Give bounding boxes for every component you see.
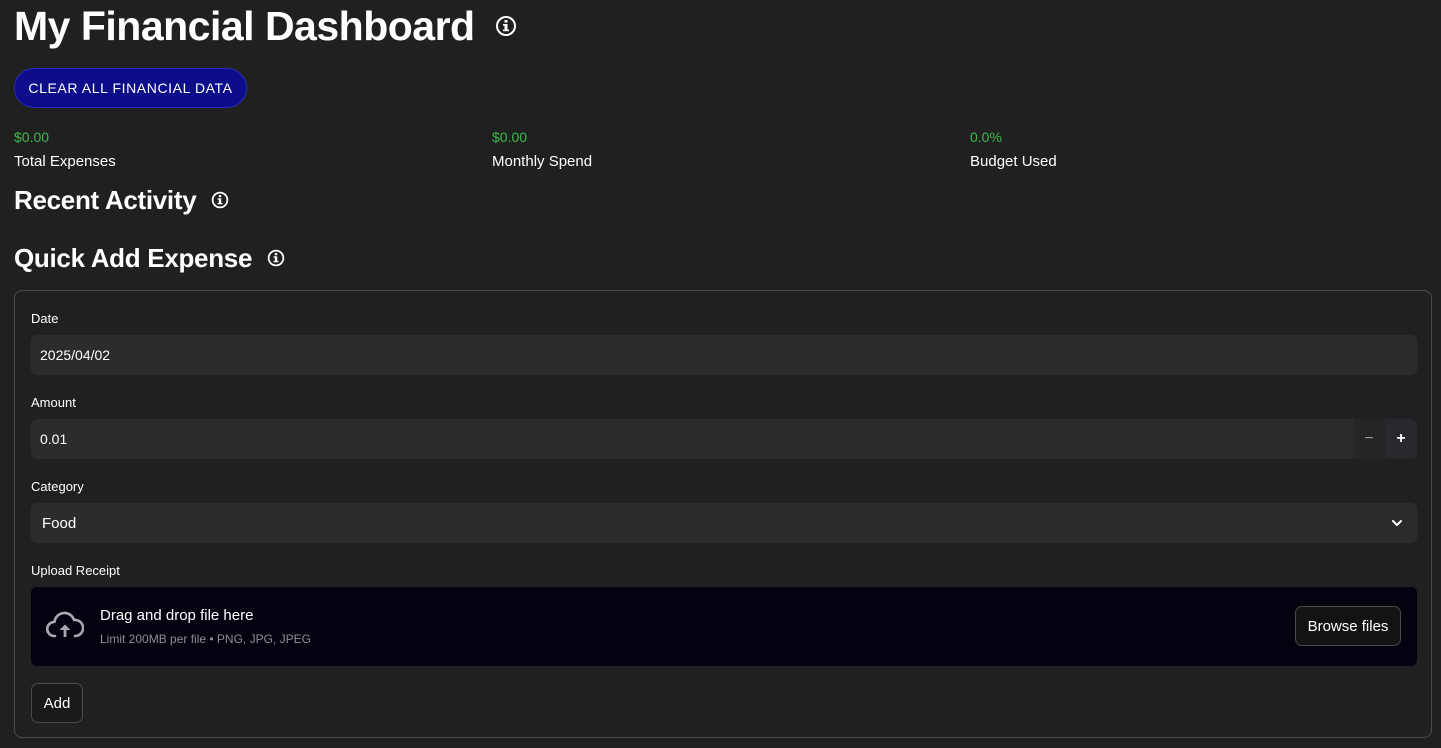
date-label: Date [31,311,59,326]
metric-value: $0.00 [14,129,50,145]
browse-files-button[interactable]: Browse files [1295,606,1401,646]
amount-label: Amount [31,395,76,410]
dashboard-page: My Financial Dashboard CLEAR ALL FINANCI… [0,0,1441,748]
amount-field[interactable]: − + [31,419,1417,459]
metric-value: 0.0% [970,129,1002,145]
add-expense-button[interactable]: Add [31,683,83,723]
chevron-down-icon [1377,516,1417,530]
category-label: Category [31,479,84,494]
recent-activity-heading: Recent Activity [14,184,197,215]
quick-add-form: Date Amount − + Category Food Upload Rec… [14,290,1432,738]
page-title: My Financial Dashboard [14,2,475,49]
info-icon[interactable] [267,249,285,267]
info-icon[interactable] [495,15,517,37]
metric-total-expenses: $0.00 Total Expenses [14,128,116,171]
dropzone-title: Drag and drop file here [100,607,254,624]
title-row: My Financial Dashboard [14,2,517,50]
metric-value: $0.00 [492,129,528,145]
metric-budget-used: 0.0% Budget Used [970,128,1057,171]
category-select[interactable]: Food [31,503,1417,543]
info-icon[interactable] [211,191,229,209]
dropzone-limits: Limit 200MB per file • PNG, JPG, JPEG [100,632,311,646]
quick-add-header: Quick Add Expense [14,240,285,276]
cloud-upload-icon [45,611,85,646]
metric-label: Budget Used [970,153,1057,170]
amount-stepper: − + [1353,419,1417,459]
metric-label: Monthly Spend [492,153,593,170]
clear-all-data-button[interactable]: CLEAR ALL FINANCIAL DATA [14,68,247,108]
date-input[interactable] [31,335,1417,375]
metric-monthly-spend: $0.00 Monthly Spend [492,128,592,171]
decrement-button[interactable]: − [1353,419,1385,459]
quick-add-heading: Quick Add Expense [14,242,253,273]
date-field[interactable] [31,335,1417,375]
upload-receipt-label: Upload Receipt [31,563,120,578]
increment-button[interactable]: + [1385,419,1417,459]
recent-activity-header: Recent Activity [14,182,229,218]
amount-input[interactable] [31,419,1417,459]
file-dropzone[interactable]: Drag and drop file here Limit 200MB per … [31,587,1417,666]
category-selected-value: Food [42,514,77,532]
metric-label: Total Expenses [14,153,116,170]
